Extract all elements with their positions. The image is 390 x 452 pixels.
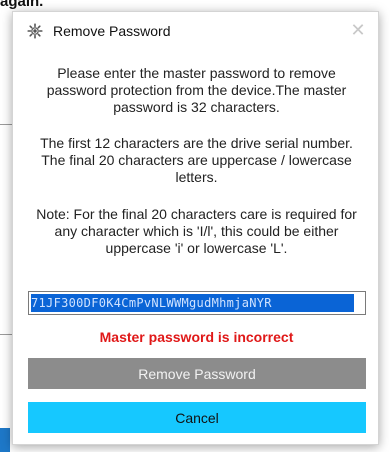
master-password-input[interactable]: 71JF300DF0K4CmPvNLWWMgudMhmjaNYR bbox=[28, 291, 366, 315]
remove-password-button[interactable]: Remove Password bbox=[28, 358, 366, 389]
background-divider bbox=[0, 124, 12, 125]
instructions-text: Please enter the master password to remo… bbox=[46, 65, 347, 115]
remove-password-button-label: Remove Password bbox=[138, 365, 256, 382]
screen: again. Remove Password ✕ Please enter th… bbox=[0, 0, 390, 452]
background-divider bbox=[0, 334, 12, 335]
error-message: Master password is incorrect bbox=[99, 329, 294, 345]
close-button[interactable]: ✕ bbox=[346, 18, 370, 42]
note-text: Note: For the final 20 characters care i… bbox=[36, 206, 357, 256]
dialog-title: Remove Password bbox=[53, 23, 171, 39]
format-text: The first 12 characters are the drive se… bbox=[40, 135, 353, 185]
background-accent bbox=[0, 428, 10, 452]
gear-icon bbox=[27, 23, 43, 39]
remove-password-dialog: Remove Password ✕ Please enter the maste… bbox=[12, 11, 379, 445]
close-icon: ✕ bbox=[350, 20, 366, 40]
cancel-button-label: Cancel bbox=[175, 409, 219, 426]
dialog-titlebar: Remove Password ✕ bbox=[13, 12, 378, 52]
dialog-body: Please enter the master password to remo… bbox=[13, 64, 380, 257]
cancel-button[interactable]: Cancel bbox=[28, 402, 366, 433]
selected-password-text: 71JF300DF0K4CmPvNLWWMgudMhmjaNYR bbox=[31, 294, 354, 312]
background-text: again. bbox=[0, 0, 44, 10]
